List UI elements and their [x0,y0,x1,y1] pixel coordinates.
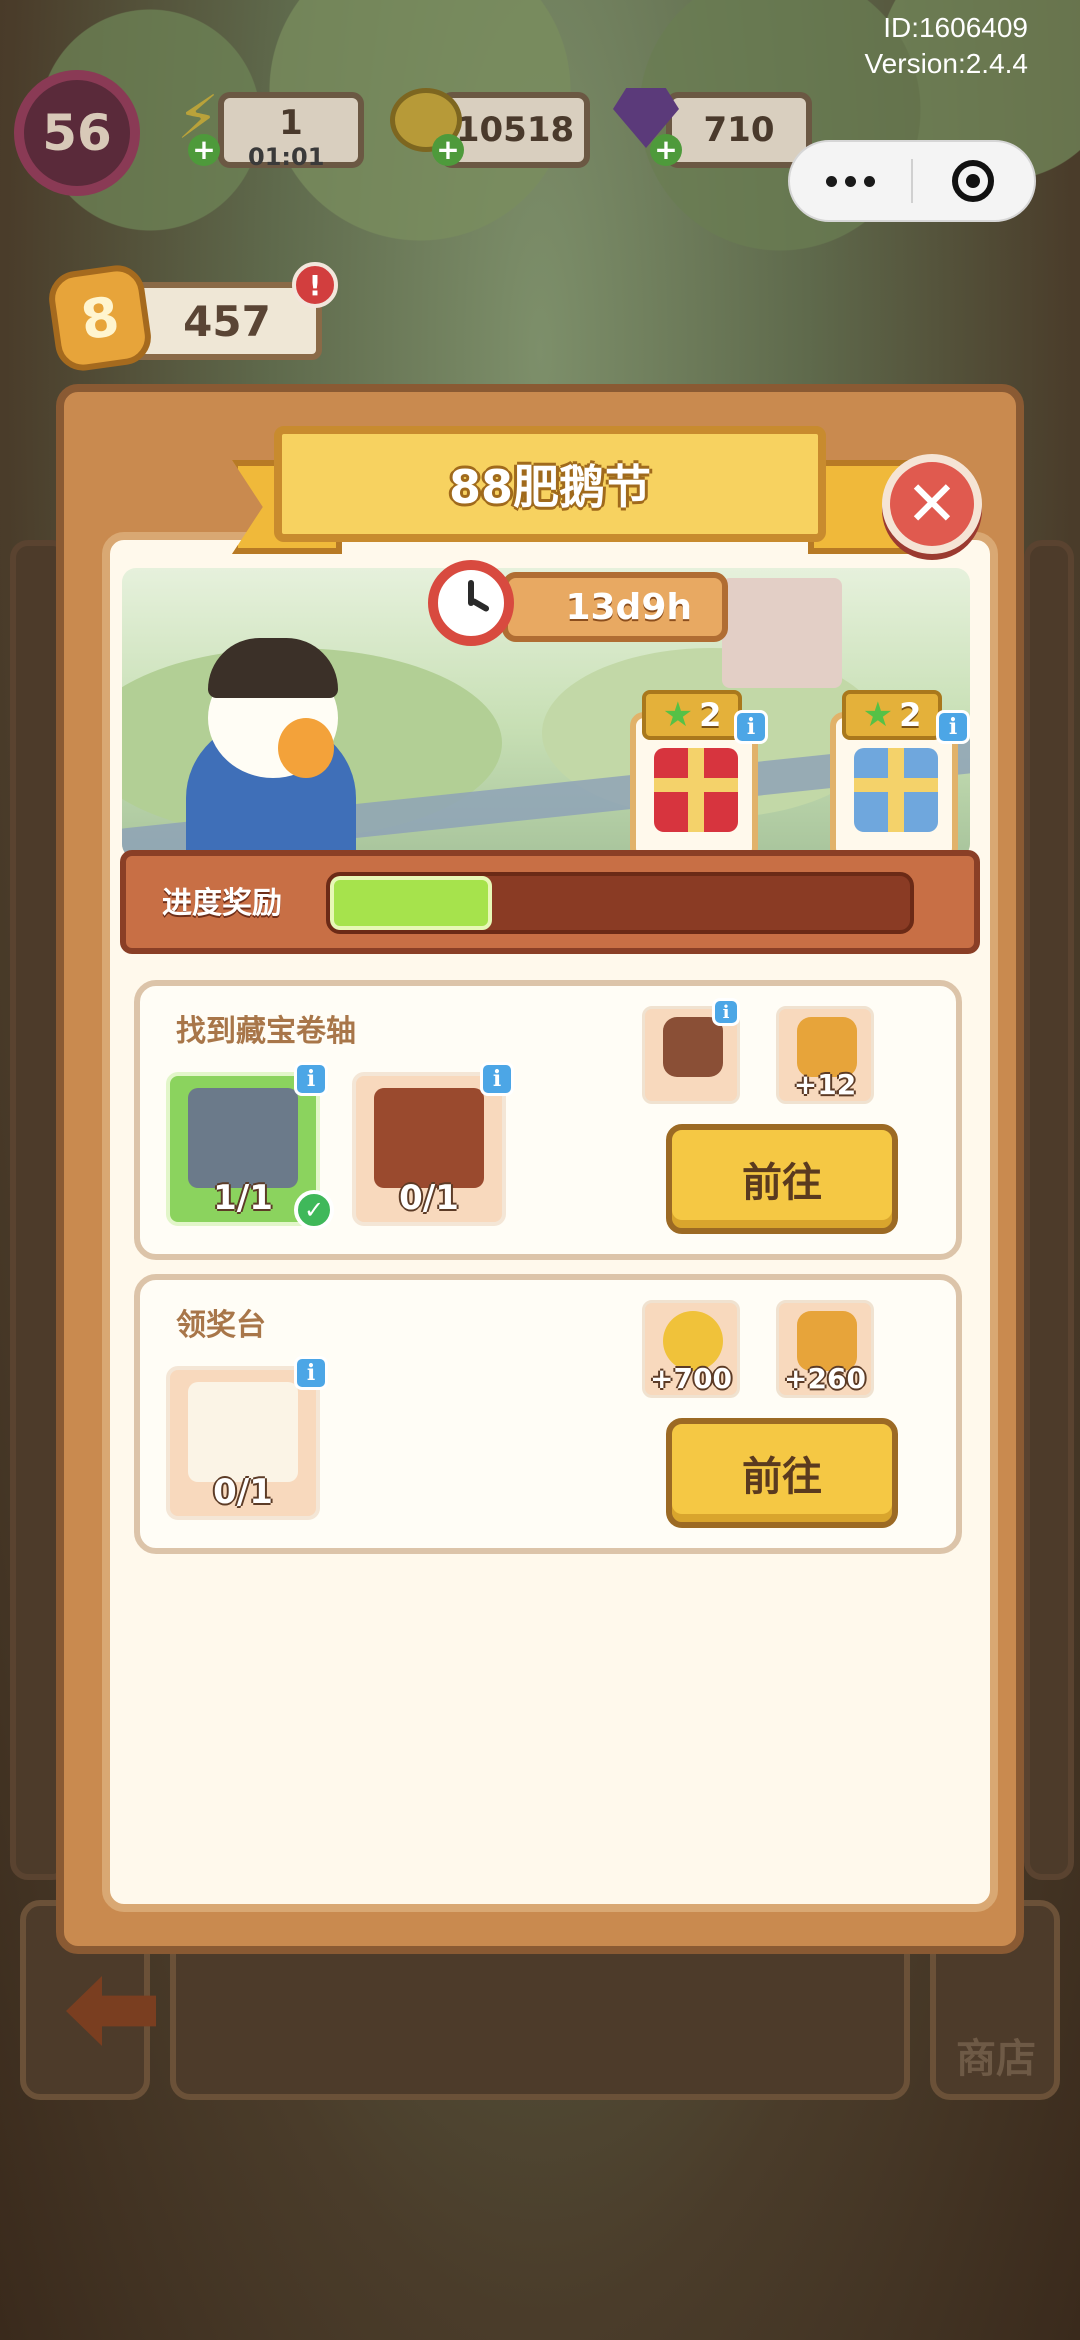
task-card-find-scroll: 找到藏宝卷轴 1/1 i ✓ 0/1 i i +12 前往 [134,980,962,1260]
duck-character [178,618,378,858]
house-icon [188,1088,298,1188]
progress-reward-bar: 进度奖励 [120,850,980,954]
token-count: 457 [183,296,271,346]
milestone-star-tag: ★ 2 [842,690,942,740]
event-timer: 13d9h [502,572,728,642]
player-level-badge: 56 [14,70,140,196]
progress-label: 进度奖励 [162,886,282,921]
star-icon: ★ [862,695,894,735]
milestone-stars: 2 [899,696,922,734]
go-button[interactable]: 前往 [666,1124,898,1234]
energy-timer: 01:01 [248,143,325,171]
red-gift-icon [654,748,738,832]
coin-value: 10518 [455,110,575,150]
task-card-podium: 领奖台 0/1 i +700 +260 前往 [134,1274,962,1554]
info-icon[interactable]: i [734,710,768,744]
add-gems-button[interactable]: + [650,134,682,166]
info-icon[interactable]: i [936,710,970,744]
reward-amount: +12 [793,1068,857,1101]
geese-icon [188,1382,298,1482]
reward-coin[interactable]: +700 [642,1300,740,1398]
mini-program-capsule [788,140,1036,222]
event-title: 88肥鹅节 [274,426,826,542]
info-icon[interactable]: i [294,1356,328,1390]
info-icon[interactable]: i [712,998,740,1026]
event-modal: 88肥鹅节 ✕ 13d9h ★ 2 i ★ 2 i 进度奖励 找到藏宝卷轴 1/… [56,384,1024,1954]
treasure-chest-icon [374,1088,484,1188]
milestone-star-tag: ★ 2 [642,690,742,740]
exit-arrow-icon [66,1976,156,2046]
go-button-label: 前往 [742,1160,822,1206]
milestone-stars: 2 [699,696,722,734]
info-icon[interactable]: i [294,1062,328,1096]
build-version: Version:2.4.4 [864,48,1028,79]
reward-token[interactable]: +12 [776,1006,874,1104]
clock-icon [428,560,514,646]
gem-value: 710 [703,110,775,150]
token-8-icon: 8 [45,261,155,375]
info-icon[interactable]: i [480,1062,514,1096]
progress-fill [330,876,493,930]
blue-gift-icon [854,748,938,832]
add-coins-button[interactable]: + [432,134,464,166]
background-right-panel [1024,540,1074,1880]
close-mini-program-button[interactable] [913,142,1034,220]
reward-amount: +700 [650,1362,732,1395]
item-count: 0/1 [213,1472,273,1512]
star-icon: ★ [662,695,694,735]
system-info: ID:1606409 Version:2.4.4 [865,10,1028,82]
target-icon [952,160,995,202]
add-energy-button[interactable]: + [188,134,220,166]
player-level: 56 [42,104,112,162]
close-button[interactable]: ✕ [882,454,982,554]
reward-token[interactable]: +260 [776,1300,874,1398]
go-button-label: 前往 [742,1454,822,1500]
shop-label: 商店 [956,2036,1036,2082]
task-item-geese[interactable]: 0/1 [166,1366,320,1520]
progress-track [326,872,914,934]
close-icon: ✕ [906,467,958,540]
energy-value: 1 [279,103,303,143]
check-icon: ✓ [294,1190,334,1230]
go-button[interactable]: 前往 [666,1418,898,1528]
more-menu-button[interactable] [790,142,911,220]
event-timer-text: 13d9h [565,586,692,628]
reward-amount: +260 [784,1362,866,1395]
task-item-chest[interactable]: 0/1 [352,1072,506,1226]
task-title: 领奖台 [176,1308,266,1343]
item-count: 0/1 [399,1178,459,1218]
alert-badge: ! [292,262,338,308]
wood-fence-icon [663,1017,723,1077]
task-title: 找到藏宝卷轴 [176,1014,356,1049]
build-id: ID:1606409 [883,12,1028,43]
